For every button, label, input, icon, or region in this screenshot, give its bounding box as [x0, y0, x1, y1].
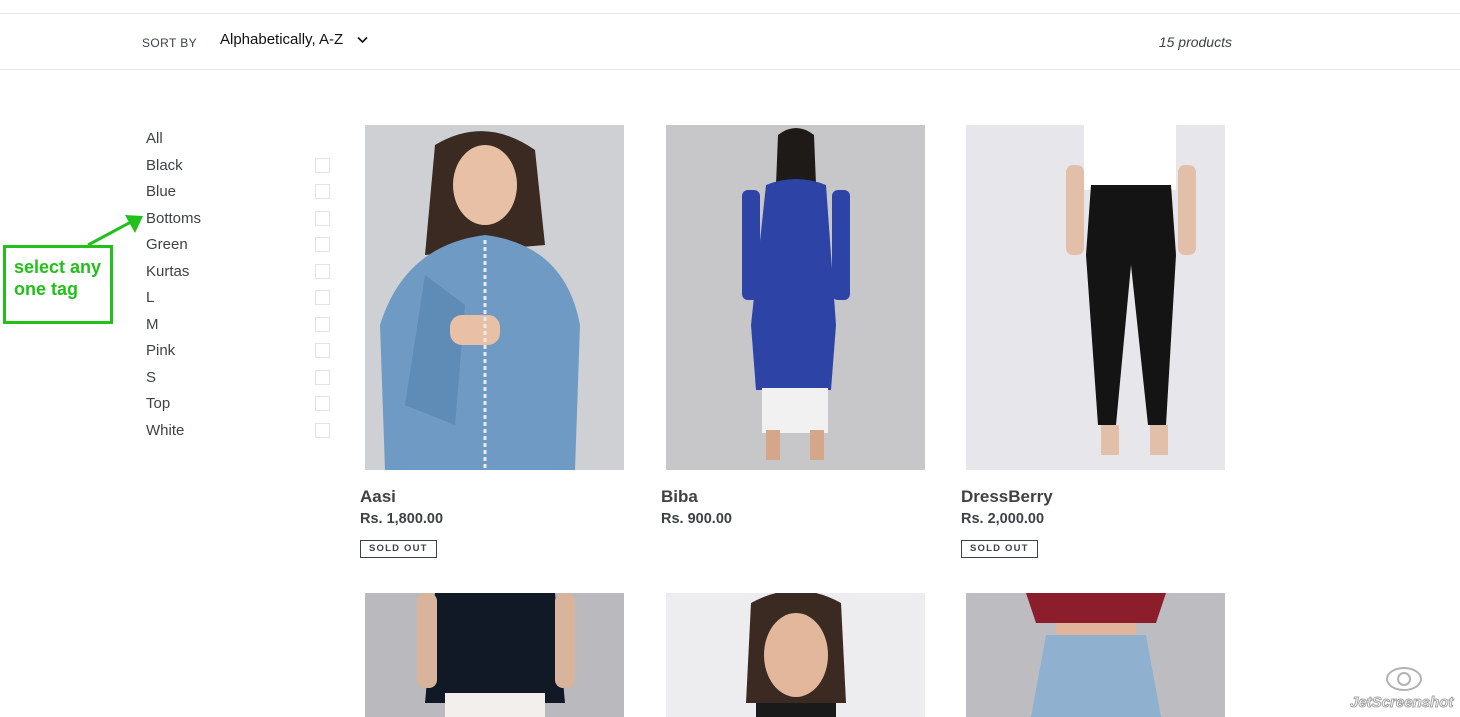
tag-label: M: [146, 315, 159, 333]
tag-label: Green: [146, 236, 188, 253]
tag-filter-bottoms[interactable]: Bottoms: [146, 206, 332, 233]
tag-label: L: [146, 289, 155, 306]
camera-logo-icon: [1386, 667, 1422, 691]
tag-filter-m[interactable]: M: [146, 312, 332, 339]
product-title[interactable]: DressBerry: [961, 487, 1053, 507]
product-photo-model-portrait: [666, 593, 925, 717]
tag-filter-pink[interactable]: Pink: [146, 338, 332, 365]
tag-checkbox[interactable]: [315, 316, 330, 332]
watermark: JetScreenshot: [1349, 664, 1456, 714]
sort-select-value: Alphabetically, A-Z: [220, 31, 344, 48]
tag-checkbox[interactable]: [315, 263, 330, 279]
tag-label: Pink: [146, 342, 176, 359]
product-price: Rs. 1,800.00: [360, 511, 444, 527]
tag-label: Kurtas: [146, 262, 190, 280]
tag-checkbox[interactable]: [315, 290, 330, 305]
product-photo-denim-jeans: [966, 593, 1225, 717]
tag-filter-black[interactable]: Black: [146, 153, 332, 180]
tag-filter-s[interactable]: S: [146, 365, 332, 392]
annotation-line-2: one tag: [14, 279, 79, 299]
product-image[interactable]: [966, 125, 1225, 470]
annotation-line-1: select any: [14, 257, 102, 277]
tag-filter-green[interactable]: Green: [146, 232, 332, 259]
sold-out-badge: SOLD OUT: [961, 540, 1038, 558]
product-image[interactable]: [966, 593, 1225, 717]
product-card[interactable]: [961, 593, 1231, 717]
sort-select[interactable]: Alphabetically, A-Z: [220, 31, 368, 48]
chevron-down-icon: [357, 36, 368, 43]
product-photo-model-in-denim-top: [365, 125, 624, 470]
tag-filter-blue[interactable]: Blue: [146, 179, 332, 206]
product-photo-black-top: [365, 593, 624, 717]
product-image[interactable]: [365, 125, 624, 470]
tag-filter-l[interactable]: L: [146, 285, 332, 312]
tag-checkbox[interactable]: [315, 157, 330, 173]
tag-checkbox[interactable]: [315, 422, 330, 438]
tag-checkbox[interactable]: [315, 237, 330, 252]
annotation-text: select any one tag: [14, 256, 101, 300]
tag-label: S: [146, 368, 157, 386]
product-price: Rs. 900.00: [661, 511, 732, 527]
tag-checkbox[interactable]: [315, 210, 330, 226]
collection-sort-bar: SORT BY Alphabetically, A-Z 15 products: [0, 14, 1460, 70]
tag-label: All: [146, 130, 163, 147]
tag-checkbox[interactable]: [315, 184, 330, 199]
product-image[interactable]: [666, 125, 925, 470]
tag-label: Bottoms: [146, 209, 202, 227]
product-title[interactable]: Aasi: [360, 487, 396, 507]
tag-label: Top: [146, 395, 171, 412]
tag-label: Black: [146, 156, 183, 174]
product-price: Rs. 2,000.00: [961, 511, 1045, 527]
tag-filter-top[interactable]: Top: [146, 391, 332, 418]
product-title[interactable]: Biba: [661, 487, 698, 507]
product-card[interactable]: [360, 593, 630, 717]
annotation-callout: select any one tag: [3, 245, 113, 324]
tag-filter-all[interactable]: All: [146, 126, 332, 153]
tag-label: Blue: [146, 183, 177, 200]
tag-filter-kurtas[interactable]: Kurtas: [146, 259, 332, 286]
product-image[interactable]: [666, 593, 925, 717]
sold-out-badge: SOLD OUT: [360, 540, 437, 558]
watermark-text: JetScreenshot: [1349, 694, 1454, 712]
tag-checkbox[interactable]: [315, 343, 330, 358]
tag-filter-white[interactable]: White: [146, 418, 332, 445]
tag-checkbox[interactable]: [315, 396, 330, 411]
product-card[interactable]: [661, 593, 931, 717]
tag-filter-list: All Black Blue Bottoms Green Kurtas L M …: [146, 126, 332, 444]
product-photo-black-trousers: [966, 125, 1225, 470]
product-image[interactable]: [365, 593, 624, 717]
product-photo-model-in-blue-kurta: [666, 125, 925, 470]
product-count: 15 products: [1158, 34, 1232, 50]
annotation-arrow-icon: [87, 215, 143, 247]
tag-label: White: [146, 421, 185, 439]
tag-checkbox[interactable]: [315, 369, 330, 385]
sort-by-label: SORT BY: [142, 36, 198, 50]
